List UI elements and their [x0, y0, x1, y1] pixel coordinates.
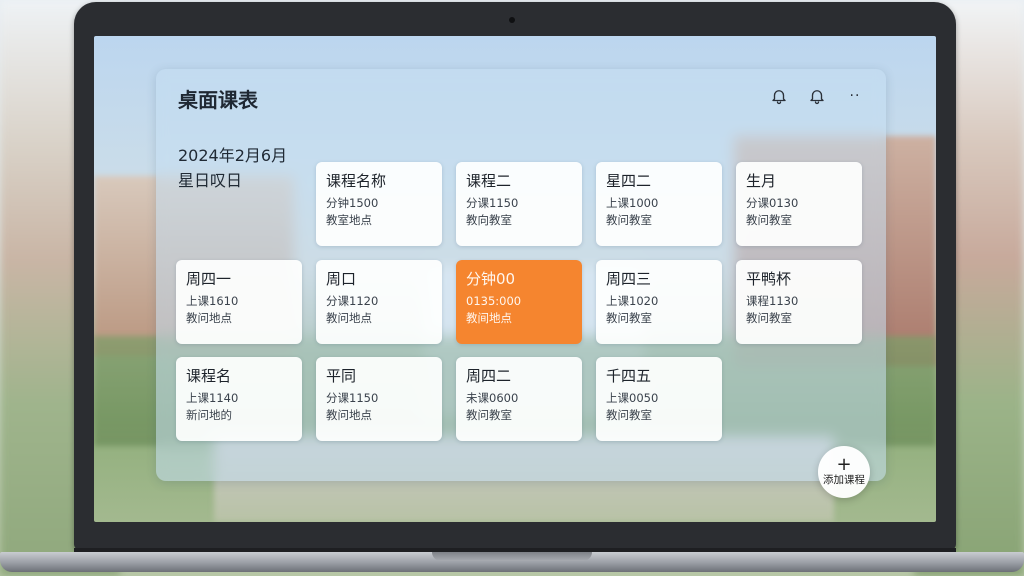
weekday-line: 星日叹日 [178, 171, 243, 190]
course-name: 周口 [326, 270, 357, 288]
course-card[interactable]: 周四三上课1020 教问教室 [596, 260, 722, 344]
course-name: 星四二 [606, 172, 652, 190]
course-name: 课程名称 [326, 172, 387, 190]
course-location: 教间地点 [466, 311, 512, 325]
course-time: 上课1140 [186, 391, 239, 405]
bell-icon[interactable] [768, 85, 790, 107]
course-location: 教问教室 [606, 408, 652, 422]
course-name: 分钟00 [466, 270, 516, 288]
course-location: 教问地点 [326, 408, 372, 422]
course-time: 分课0130 [746, 196, 799, 210]
course-time: 分课1150 [326, 391, 379, 405]
app-title: 桌面课表 [178, 88, 258, 112]
webcam [509, 17, 515, 23]
more-options-icon[interactable]: ·· [844, 85, 866, 107]
course-time: 分钟1500 [326, 196, 379, 210]
course-location: 教问教室 [606, 213, 652, 227]
course-location: 教问教室 [746, 213, 792, 227]
course-card[interactable]: 星四二上课1000 教问教室 [596, 162, 722, 246]
course-name: 平同 [326, 367, 357, 385]
course-location: 教问教室 [746, 311, 792, 325]
course-time: 0135:000 [466, 294, 522, 308]
course-location: 教向教室 [466, 213, 512, 227]
course-name: 周四三 [606, 270, 652, 288]
schedule-app-window: 桌面课表 ·· 2024年2月6月 星日叹日 课程名称分钟1500 教室地点 课程二… [156, 69, 886, 481]
course-time: 上课1000 [606, 196, 659, 210]
course-time: 分课1150 [466, 196, 519, 210]
course-time: 未课0600 [466, 391, 519, 405]
course-name: 生月 [746, 172, 777, 190]
course-card[interactable]: 课程名称分钟1500 教室地点 [316, 162, 442, 246]
course-name: 平鸭杯 [746, 270, 792, 288]
course-card[interactable]: 生月分课0130 教问教室 [736, 162, 862, 246]
course-location: 教室地点 [326, 213, 372, 227]
course-location: 教问教室 [606, 311, 652, 325]
course-name: 周四一 [186, 270, 232, 288]
add-course-label: 添加课程 [823, 474, 865, 486]
course-time: 上课0050 [606, 391, 659, 405]
course-card[interactable]: 周四二未课0600 教问教室 [456, 357, 582, 441]
course-location: 教问地点 [186, 311, 232, 325]
course-time: 分课1120 [326, 294, 379, 308]
course-name: 课程二 [466, 172, 512, 190]
laptop-screen: 桌面课表 ·· 2024年2月6月 星日叹日 课程名称分钟1500 教室地点 课程二… [94, 36, 936, 522]
laptop-notch [432, 552, 592, 561]
course-card[interactable]: 平同分课1150 教问地点 [316, 357, 442, 441]
date-display: 2024年2月6月 星日叹日 [178, 143, 287, 193]
course-card[interactable]: 课程名上课1140 新问地的 [176, 357, 302, 441]
course-time: 上课1610 [186, 294, 239, 308]
add-course-button[interactable]: + 添加课程 [818, 446, 870, 498]
course-time: 上课1020 [606, 294, 659, 308]
course-name: 课程名 [186, 367, 232, 385]
course-card[interactable]: 分钟00 0135:000 教间地点 [456, 260, 582, 344]
course-name: 千四五 [606, 367, 652, 385]
laptop-base [0, 548, 1024, 576]
notification-bell-icon[interactable] [806, 85, 828, 107]
course-name: 周四二 [466, 367, 512, 385]
date-line: 2024年2月6月 [178, 146, 288, 165]
course-card[interactable]: 课程二分课1150 教向教室 [456, 162, 582, 246]
course-location: 教问教室 [466, 408, 512, 422]
course-card[interactable]: 千四五上课0050 教问教室 [596, 357, 722, 441]
course-card[interactable]: 平鸭杯课程1130 教问教室 [736, 260, 862, 344]
course-location: 新问地的 [186, 408, 232, 422]
course-location: 教问地点 [326, 311, 372, 325]
course-time: 课程1130 [746, 294, 799, 308]
course-card[interactable]: 周口分课1120 教问地点 [316, 260, 442, 344]
plus-icon: + [836, 454, 852, 475]
course-card[interactable]: 周四一上课1610 教问地点 [176, 260, 302, 344]
